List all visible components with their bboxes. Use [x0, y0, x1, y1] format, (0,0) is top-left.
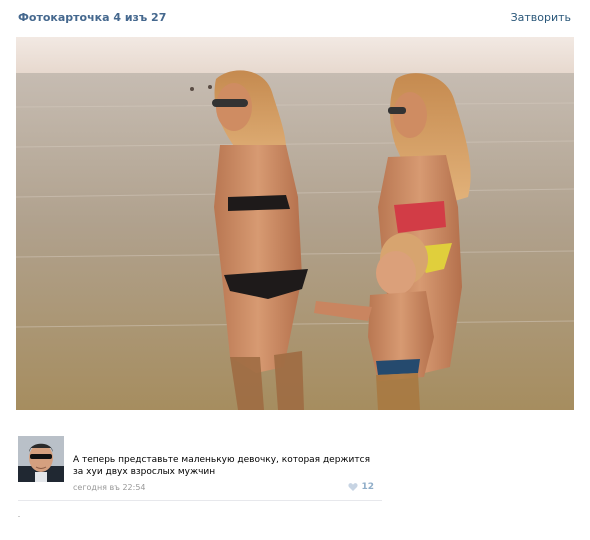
- close-link[interactable]: Затворить: [511, 11, 571, 24]
- comment-timestamp[interactable]: сегодня въ 22:54: [73, 483, 146, 492]
- comment-text: А теперь представьте маленькую девочку, …: [73, 455, 370, 477]
- photo[interactable]: [16, 37, 574, 410]
- heart-icon: [348, 483, 359, 491]
- comment: А теперь представьте маленькую девочку, …: [18, 436, 382, 501]
- like-button[interactable]: 12: [348, 482, 374, 492]
- photo-viewer: Фотокарточка 4 изъ 27 Затворить А теперь…: [0, 0, 590, 540]
- like-count: 12: [361, 482, 374, 492]
- photo-counter-title: Фотокарточка 4 изъ 27: [18, 11, 167, 24]
- user-avatar[interactable]: [18, 436, 64, 482]
- divider-dot: [18, 516, 20, 517]
